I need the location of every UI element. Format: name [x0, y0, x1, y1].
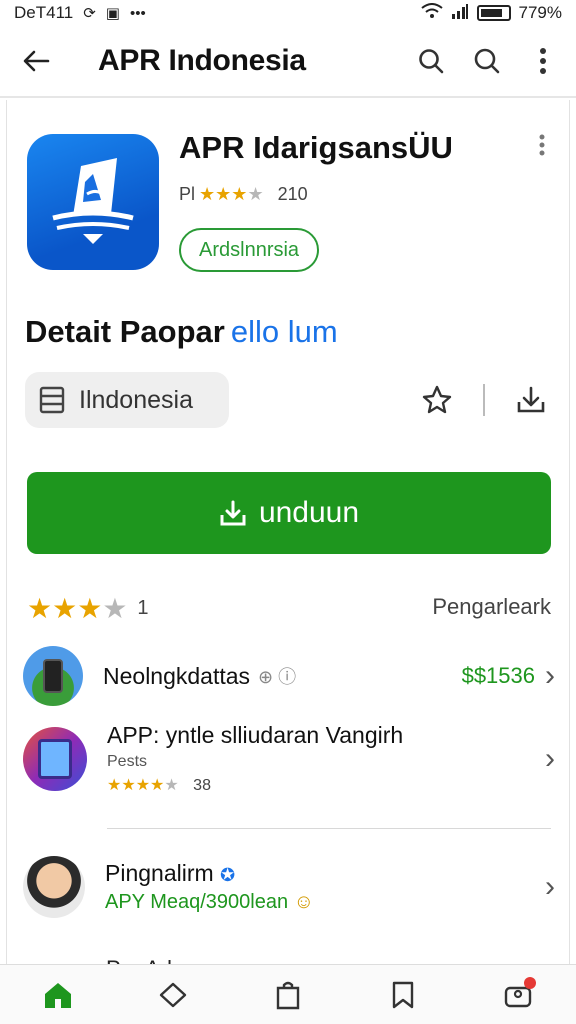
list-divider — [107, 828, 551, 829]
chevron-right-icon: › — [545, 741, 555, 775]
rating-prefix: Pl — [179, 184, 196, 204]
wishlist-button[interactable] — [417, 380, 457, 420]
list-item-price: $$1536 — [461, 663, 535, 688]
back-button[interactable] — [14, 39, 58, 83]
nav-home[interactable] — [34, 971, 82, 1019]
profile-avatar — [23, 856, 85, 918]
nav-offers[interactable] — [149, 971, 197, 1019]
search-icon — [419, 49, 444, 74]
category-chip[interactable]: Ardslnnrsia — [179, 228, 320, 272]
chevron-right-icon: › — [545, 870, 555, 903]
summary-stars: ★★★★ — [27, 593, 128, 624]
list-item-subtitle: APY Meaq/3900lean ☺ — [105, 891, 535, 914]
app-details: APR IdarigsansÜU Pl ★★★★ 210 Ardslnnrsia… — [6, 100, 570, 964]
chevron-right-icon: › — [545, 659, 555, 692]
info-icon: ⊕ ⓘ — [258, 667, 297, 687]
list-item-title: APP: yntle slliudaran Vangirh — [107, 722, 404, 748]
battery-icon — [476, 5, 511, 21]
summary-value: 1 — [137, 597, 149, 619]
status-bar: DeT411 ⟳ ▣ ••• 779% — [0, 0, 576, 26]
notification-badge — [524, 976, 537, 989]
list-item[interactable]: Neolngkdattas ⊕ ⓘ $$1536 › — [23, 646, 555, 706]
app-name: APR IdarigsansÜU — [179, 130, 453, 165]
app-thumbnail-icon — [23, 726, 87, 791]
rating-stars: ★★★★ — [199, 184, 264, 204]
bottom-navigation — [0, 964, 576, 1024]
home-icon — [44, 982, 71, 1008]
list-item-title: Neolngkdattas — [103, 662, 251, 689]
emoji-icon: ☺ — [293, 891, 315, 913]
rating-count: 210 — [277, 184, 308, 204]
document-icon — [39, 386, 65, 414]
list-item-rating-value: 38 — [193, 777, 211, 794]
status-carrier-text: DeT411 — [14, 3, 74, 22]
list-item[interactable]: APP: yntle slliudaran Vangirh Pests ★★★★… — [23, 722, 555, 795]
search-alt-button[interactable] — [468, 42, 506, 80]
install-label: unduun — [258, 496, 360, 529]
list-item-rating: ★★★★★ 38 — [107, 777, 211, 794]
top-app-bar: APR Indonesia — [0, 26, 576, 98]
search-icon — [474, 48, 500, 74]
star-add-icon — [422, 385, 452, 414]
back-arrow-icon — [23, 50, 50, 72]
profile-name: Pingnalirm — [105, 860, 214, 886]
list-item-subtitle: Pests — [107, 753, 148, 770]
app-rating: Pl ★★★★ 210 — [179, 184, 308, 205]
search-button[interactable] — [412, 42, 450, 80]
section-title-accent[interactable]: ello lum — [231, 314, 338, 349]
kebab-menu-icon — [540, 48, 546, 74]
section-title-text: Detait Paopar — [25, 314, 225, 349]
verified-icon: ✪ — [220, 865, 236, 885]
battery-percent: 779% — [518, 3, 562, 22]
overflow-menu-button[interactable] — [524, 42, 562, 80]
download-icon — [517, 386, 545, 413]
notification-icon: ▣ — [105, 5, 120, 22]
nav-store[interactable] — [264, 971, 312, 1019]
section-title: Detait Paopar ello lum — [25, 314, 338, 350]
download-button[interactable] — [511, 380, 551, 420]
app-menu-button[interactable] — [539, 134, 545, 163]
device-thumbnail-icon — [23, 646, 83, 706]
bag-icon — [276, 981, 300, 1009]
app-logo-icon — [27, 134, 159, 270]
nav-account[interactable] — [494, 971, 542, 1019]
language-label: Ilndonesia — [79, 385, 193, 414]
rating-summary: ★★★★ 1 — [27, 592, 149, 625]
wifi-icon — [420, 3, 443, 23]
action-divider — [483, 384, 485, 416]
nav-library[interactable] — [379, 971, 427, 1019]
signal-icon — [451, 3, 469, 23]
list-item[interactable]: Pingnalirm ✪ APY Meaq/3900lean ☺ › — [23, 856, 555, 918]
download-icon — [220, 500, 246, 526]
language-chip[interactable]: Ilndonesia — [25, 372, 229, 428]
bookmark-icon — [392, 981, 414, 1008]
list-item-title: Pingnalirm ✪ — [105, 860, 535, 887]
install-button[interactable]: unduun — [27, 472, 551, 554]
more-dots-icon: ••• — [129, 4, 146, 22]
ratings-link[interactable]: Pengarleark — [432, 594, 551, 620]
sync-icon: ⟳ — [83, 5, 96, 22]
page-title: APR Indonesia — [98, 44, 306, 77]
kebab-menu-icon — [539, 134, 545, 156]
profile-subtitle: APY Meaq/3900lean — [105, 891, 289, 913]
tag-icon — [159, 982, 186, 1007]
